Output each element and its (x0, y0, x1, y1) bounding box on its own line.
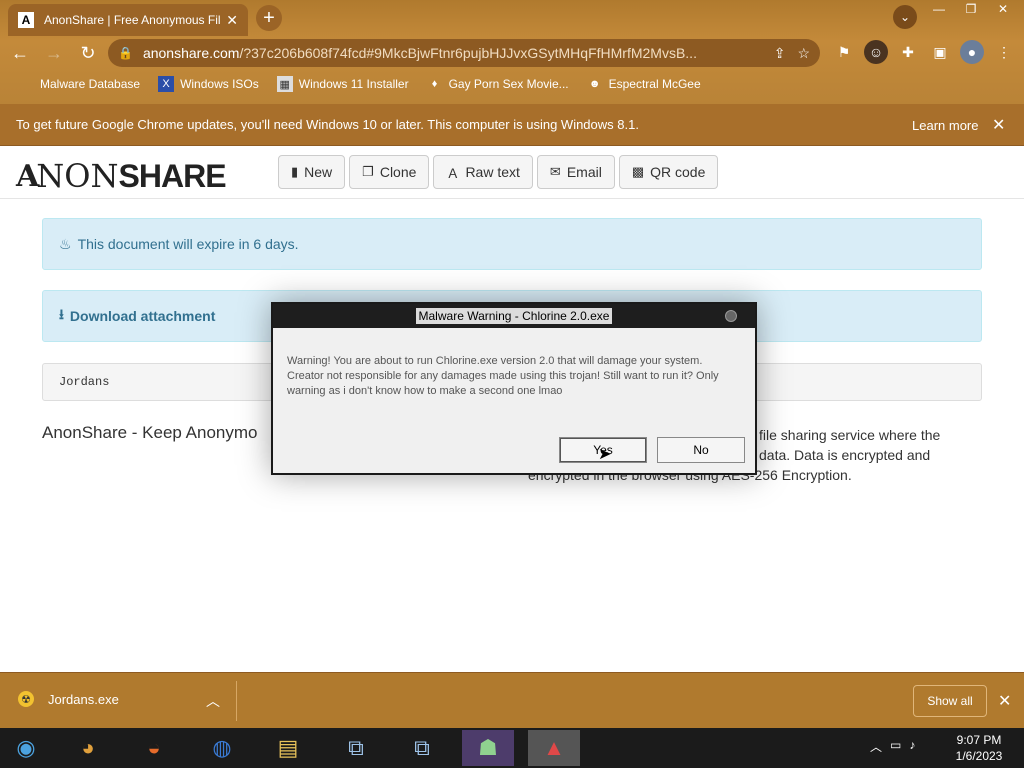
email-button[interactable]: ✉ Email (536, 155, 615, 189)
forward-icon[interactable]: → (40, 39, 68, 67)
learn-more-link[interactable]: Learn more (912, 118, 978, 133)
network-icon[interactable]: ▭ (890, 738, 901, 755)
lock-icon[interactable]: 🔒 (118, 46, 133, 60)
tab-strip: A AnonShare | Free Anonymous File... ✕ +… (0, 0, 1024, 36)
malware-warning-dialog: Malware Warning - Chlorine 2.0.exe Warni… (271, 302, 757, 475)
back-icon[interactable]: ← (6, 39, 34, 67)
envelope-icon: ✉ (549, 164, 561, 179)
download-icon: ⭳ (59, 306, 64, 322)
chevron-up-icon[interactable]: ︿ (206, 691, 220, 711)
reload-icon[interactable]: ↻ (74, 39, 102, 67)
dialog-title: Malware Warning - Chlorine 2.0.exe (415, 308, 613, 324)
file-explorer-icon[interactable]: ▤ (262, 730, 314, 766)
flag-extension-icon[interactable]: ⚑ (832, 40, 856, 64)
side-panel-icon[interactable]: ▣ (928, 40, 952, 64)
remote-desktop-icon-2[interactable]: ⧉ (396, 730, 448, 766)
expire-alert: ♨ This document will expire in 6 days. (42, 218, 982, 270)
character-icon: ☻ (588, 78, 601, 90)
download-shelf: ☢ Jordans.exe ︿ Show all ✕ (0, 672, 1024, 728)
header-buttons: ▮ New ❐ Clone Ａ Raw text ✉ Email ▩ QR code (278, 155, 719, 189)
qr-code-button[interactable]: ▩ QR code (618, 155, 719, 189)
dialog-titlebar[interactable]: Malware Warning - Chlorine 2.0.exe (273, 304, 755, 328)
bookmark-item[interactable]: ▦ Windows 11 Installer (276, 76, 409, 92)
bookmark-item[interactable]: X Windows ISOs (158, 76, 259, 92)
infobar-close-icon[interactable]: ✕ (992, 115, 1005, 135)
fire-icon: ♨ (59, 235, 72, 252)
x-logo-icon: X (158, 76, 175, 92)
start-button-icon[interactable]: ◉ (0, 730, 52, 766)
mouse-cursor-icon: ➤ (598, 446, 612, 463)
profile-icon[interactable]: ● (960, 40, 984, 64)
chrome-icon[interactable]: ◕ (62, 730, 114, 766)
site-header: A NON SHARE ▮ New ❐ Clone Ａ Raw text ✉ Email ▩… (0, 147, 1024, 199)
show-hidden-icons-icon[interactable]: ︿ (870, 738, 882, 755)
qrcode-icon: ▩ (631, 164, 645, 179)
firefox-icon[interactable]: ◒ (128, 730, 180, 766)
new-button[interactable]: ▮ New (278, 155, 346, 189)
page-heading: AnonShare - Keep Anonymo (42, 423, 258, 442)
menu-kebab-icon[interactable]: ⋮ (992, 40, 1016, 64)
volume-icon[interactable]: ♪ (909, 738, 915, 755)
bookmark-item[interactable]: ♦ Gay Porn Sex Movie... (427, 76, 569, 92)
bookmark-favicon-icon (18, 76, 34, 92)
share-icon[interactable]: ⇪ (774, 45, 786, 62)
anonshare-favicon-icon: A (18, 12, 34, 28)
update-infobar: To get future Google Chrome updates, you… (0, 104, 1024, 146)
new-tab-button[interactable]: + (256, 5, 282, 31)
no-button[interactable]: No (657, 437, 745, 463)
system-clock[interactable]: 9:07 PM 1/6/2023 (944, 732, 1014, 764)
browser-tab[interactable]: A AnonShare | Free Anonymous File... ✕ (8, 4, 248, 36)
bookmarks-bar: Malware Database X Windows ISOs ▦ Windows … (0, 72, 1024, 96)
dialog-message: Warning! You are about to run Chlorine.e… (287, 355, 719, 397)
restore-icon[interactable]: ❐ (956, 0, 986, 18)
minimize-icon[interactable]: — (924, 0, 954, 18)
tab-close-icon[interactable]: ✕ (226, 12, 238, 29)
extensions-area: ⚑ ☺ ✚ ▣ ● ⋮ (832, 40, 1016, 64)
window-controls: — ❐ ✕ (924, 0, 1018, 18)
image-icon: ▦ (276, 76, 293, 92)
puzzle-extensions-icon[interactable]: ✚ (896, 40, 920, 64)
text-icon: Ａ (446, 165, 460, 181)
bookmark-star-icon[interactable]: ☆ (797, 45, 810, 62)
tab-title: AnonShare | Free Anonymous File... (44, 13, 221, 27)
download-item[interactable]: ☢ Jordans.exe (18, 691, 119, 707)
windows-taskbar: ◉ ◕ ◒ ◍ ▤ ⧉ ⧉ ☗ ▲ ︿ ▭ ♪ 9:07 PM 1/6/2023 (0, 728, 1024, 768)
system-tray: ︿ ▭ ♪ (870, 738, 915, 755)
file-icon: ▮ (291, 164, 299, 179)
tab-search-button[interactable]: ⌄ (893, 5, 917, 29)
clone-button[interactable]: ❐ Clone (349, 155, 430, 189)
browser-toolbar: ← → ↻ 🔒 anonshare.com/?37c206b608f74fcd#… (0, 36, 1024, 70)
obama-campaign-icon[interactable]: ◍ (196, 730, 248, 766)
close-window-icon[interactable]: ✕ (988, 0, 1018, 18)
raw-text-button[interactable]: Ａ Raw text (433, 155, 533, 189)
show-all-button[interactable]: Show all (913, 685, 987, 717)
anonshare-logo[interactable]: A NON SHARE (16, 157, 227, 195)
dialog-close-icon[interactable] (725, 310, 737, 322)
divider (236, 681, 237, 721)
remote-desktop-icon[interactable]: ⧉ (330, 730, 382, 766)
bookmark-item[interactable]: ☻ Espectral McGee (587, 76, 701, 92)
download-shelf-close-icon[interactable]: ✕ (998, 691, 1011, 711)
url-text[interactable]: anonshare.com/?37c206b608f74fcd#9MkcBjwF… (143, 45, 762, 61)
flash-icon: ♦ (431, 78, 438, 90)
bookmark-item[interactable]: Malware Database (18, 76, 140, 92)
messenger-people-icon[interactable]: ☗ (462, 730, 514, 766)
warning-hazard-icon: ☢ (18, 691, 34, 707)
avatar-extension-icon[interactable]: ☺ (864, 40, 888, 64)
infobar-message: To get future Google Chrome updates, you… (16, 117, 639, 132)
address-bar[interactable]: 🔒 anonshare.com/?37c206b608f74fcd#9MkcBj… (108, 39, 820, 67)
shapes-app-icon[interactable]: ▲ (528, 730, 580, 766)
copy-icon: ❐ (362, 164, 374, 179)
browser-frame: A AnonShare | Free Anonymous File... ✕ +… (0, 0, 1024, 104)
